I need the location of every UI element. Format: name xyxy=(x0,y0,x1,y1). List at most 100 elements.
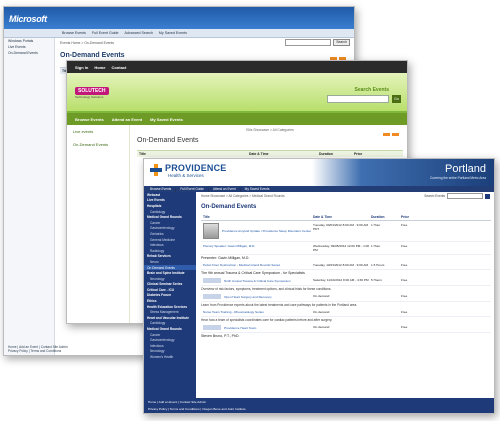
microsoft-search: Search xyxy=(285,39,350,46)
event-date: On-demand xyxy=(313,310,330,314)
solutech-logo[interactable]: SOLUTECH xyxy=(75,87,109,95)
col-duration[interactable]: Duration xyxy=(371,215,401,219)
event-date: Wednesday, 09/05/2012 12:00 PM - 1:00 PM xyxy=(313,244,370,252)
microsoft-nav: Browse Events Full Event Guide Advanced … xyxy=(4,29,354,38)
tab-attend-event[interactable]: Attend an Event xyxy=(112,117,142,122)
nav-browse-events[interactable]: Browse Events xyxy=(62,31,86,35)
search-label: Search Events xyxy=(354,87,389,93)
event-title-link[interactable]: Nurse Team Training - Rheumatology Serie… xyxy=(201,310,313,314)
table-row[interactable]: Providence Heart Team On-demand Free xyxy=(201,323,491,333)
col-price[interactable]: Price xyxy=(401,215,421,219)
event-date: Tuesday, 09/04/2012 8:00 AM - 9:00 AM PD… xyxy=(313,223,369,231)
sponsor-logo xyxy=(203,325,221,330)
footer-link-privacy[interactable]: Privacy Policy xyxy=(8,349,28,353)
col-duration[interactable]: Duration xyxy=(319,152,354,156)
table-row[interactable]: Plenary Speaker: Gavin Milligan, M.D. We… xyxy=(201,242,491,255)
nav-attend-event[interactable]: Attend an Event xyxy=(213,187,236,191)
microsoft-logo[interactable]: Microsoft xyxy=(9,14,47,24)
event-title-cell: Open Heart Surgery and Recovery xyxy=(201,294,313,299)
search-label: Search Events xyxy=(424,194,445,198)
providence-search: Search Events xyxy=(424,193,490,199)
table-row[interactable]: Providence Amyloid Update / Providence S… xyxy=(201,221,491,242)
nav-my-saved-events[interactable]: My Saved Events xyxy=(159,31,187,35)
providence-sidebar: Webcast Live Events Hospitals Cardiology Med… xyxy=(144,192,196,398)
share-button[interactable] xyxy=(392,133,399,136)
speaker-photo xyxy=(203,223,219,239)
event-title-link[interactable]: Providence Amyloid Update / Providence S… xyxy=(222,229,311,233)
footer-link-terms[interactable]: Terms and Conditions xyxy=(170,407,200,411)
search-go-button[interactable]: Go xyxy=(392,95,401,103)
col-date[interactable]: Date & Time xyxy=(249,152,319,156)
solutech-topbar: Sign In Home Contact xyxy=(67,61,407,73)
footer-link-privacy[interactable]: Privacy Policy xyxy=(148,407,167,411)
home-link[interactable]: Home xyxy=(94,65,105,70)
city-title: Portland xyxy=(445,163,486,175)
nav-my-saved-events[interactable]: My Saved Events xyxy=(245,187,270,191)
search-input[interactable] xyxy=(285,39,332,46)
event-duration: 5 Hours xyxy=(371,278,382,282)
nav-full-event-guide[interactable]: Full Event Guide xyxy=(92,31,119,35)
providence-logo[interactable]: PROVIDENCE xyxy=(165,163,227,173)
event-title-link[interactable]: Pelvic Floor Dysfunction - Medical Grand… xyxy=(201,263,313,267)
solutech-sidebar: Live events On-Demand Events xyxy=(67,125,130,323)
event-date: On-demand xyxy=(313,294,330,298)
solutech-logo-sub: Technology Solutions xyxy=(75,95,104,99)
providence-logo-sub: Health & Services xyxy=(168,173,204,178)
event-title-link[interactable]: Ninth Annual Trauma & Critical Care Symp… xyxy=(224,279,291,283)
action-buttons xyxy=(383,133,399,136)
tab-my-saved-events[interactable]: My Saved Events xyxy=(150,117,183,122)
footer-link-contact[interactable]: Contact Site Admin xyxy=(180,400,206,404)
breadcrumb: Ellis Showcase > All Categories xyxy=(246,128,294,132)
providence-footer: Home | Add an Event | Contact Site Admin… xyxy=(144,398,494,413)
col-title[interactable]: Title xyxy=(137,152,249,156)
event-date: Saturday, 11/10/2012 8:00 AM - 4:30 PM xyxy=(313,278,369,282)
event-title-cell: Ninth Annual Trauma & Critical Care Symp… xyxy=(201,278,313,283)
table-row[interactable]: Pelvic Floor Dysfunction - Medical Grand… xyxy=(201,261,491,270)
sidebar-item[interactable]: Women's Health xyxy=(144,354,196,360)
nav-browse-events[interactable]: Browse Events xyxy=(150,187,171,191)
event-title-link[interactable]: Providence Heart Team xyxy=(224,326,256,330)
events-table-header: Title Date & Time Duration Price xyxy=(201,214,491,221)
sign-in-link[interactable]: Sign In xyxy=(75,65,88,70)
footer-link-terms[interactable]: Terms and Conditions xyxy=(30,349,61,353)
footer-link-add-event[interactable]: Add an Event xyxy=(159,400,178,404)
presenter-text: Steven Bruno, P.T., PhD. xyxy=(201,334,240,338)
event-title-cell: Providence Heart Team xyxy=(201,325,313,330)
events-table-header: Title Date & Time Duration Price xyxy=(137,150,403,157)
contact-link[interactable]: Contact xyxy=(111,65,126,70)
sidebar-item-on-demand-events[interactable]: On-Demand Events xyxy=(4,50,54,56)
tab-browse-events[interactable]: Browse Events xyxy=(75,117,104,122)
print-button[interactable] xyxy=(383,133,390,136)
search-button[interactable]: Search xyxy=(333,39,350,46)
footer-link-home[interactable]: Home xyxy=(148,400,156,404)
table-row[interactable]: Ninth Annual Trauma & Critical Care Symp… xyxy=(201,276,491,286)
col-price[interactable]: Price xyxy=(354,152,384,156)
event-price: Free xyxy=(401,278,408,282)
sponsor-logo xyxy=(203,278,221,283)
event-duration: 1 Hour xyxy=(371,244,381,248)
page-title: On-Demand Events xyxy=(201,204,257,210)
event-title-link[interactable]: Plenary Speaker: Gavin Milligan, M.D. xyxy=(201,244,313,248)
col-title[interactable]: Title xyxy=(201,215,313,219)
sidebar-item-on-demand-events[interactable]: On-Demand Events xyxy=(67,138,129,151)
event-title-link[interactable]: Open Heart Surgery and Recovery xyxy=(224,295,272,299)
nav-full-event-guide[interactable]: Full Event Guide xyxy=(180,187,204,191)
solutech-banner: SOLUTECH Technology Solutions Search Eve… xyxy=(67,73,407,113)
microsoft-header: Microsoft xyxy=(4,7,354,29)
nav-advanced-search[interactable]: Advanced Search xyxy=(125,31,153,35)
footer-link-obji[interactable]: Oregon Bone and Joint Institute xyxy=(202,407,246,411)
providence-events-window: PROVIDENCE Health & Services Portland Co… xyxy=(143,158,495,414)
col-date[interactable]: Date & Time xyxy=(313,215,371,219)
solutech-tabs: Browse Events Attend an Event My Saved E… xyxy=(67,113,407,125)
providence-cross-icon xyxy=(150,164,162,176)
event-duration: 1 Hour xyxy=(371,223,381,227)
search-input[interactable] xyxy=(327,95,389,103)
search-go-button[interactable] xyxy=(485,193,490,199)
table-row[interactable]: Open Heart Surgery and Recovery On-deman… xyxy=(201,292,491,302)
sidebar-item[interactable]: Heart and Vascular Institute xyxy=(144,315,196,321)
table-row[interactable]: Nurse Team Training - Rheumatology Serie… xyxy=(201,308,491,317)
providence-main: Home Showcase > All Categories > Medical… xyxy=(198,192,494,398)
sidebar-item-live-events[interactable]: Live events xyxy=(67,125,129,138)
event-price: Free xyxy=(401,325,408,329)
search-input[interactable] xyxy=(447,193,483,199)
